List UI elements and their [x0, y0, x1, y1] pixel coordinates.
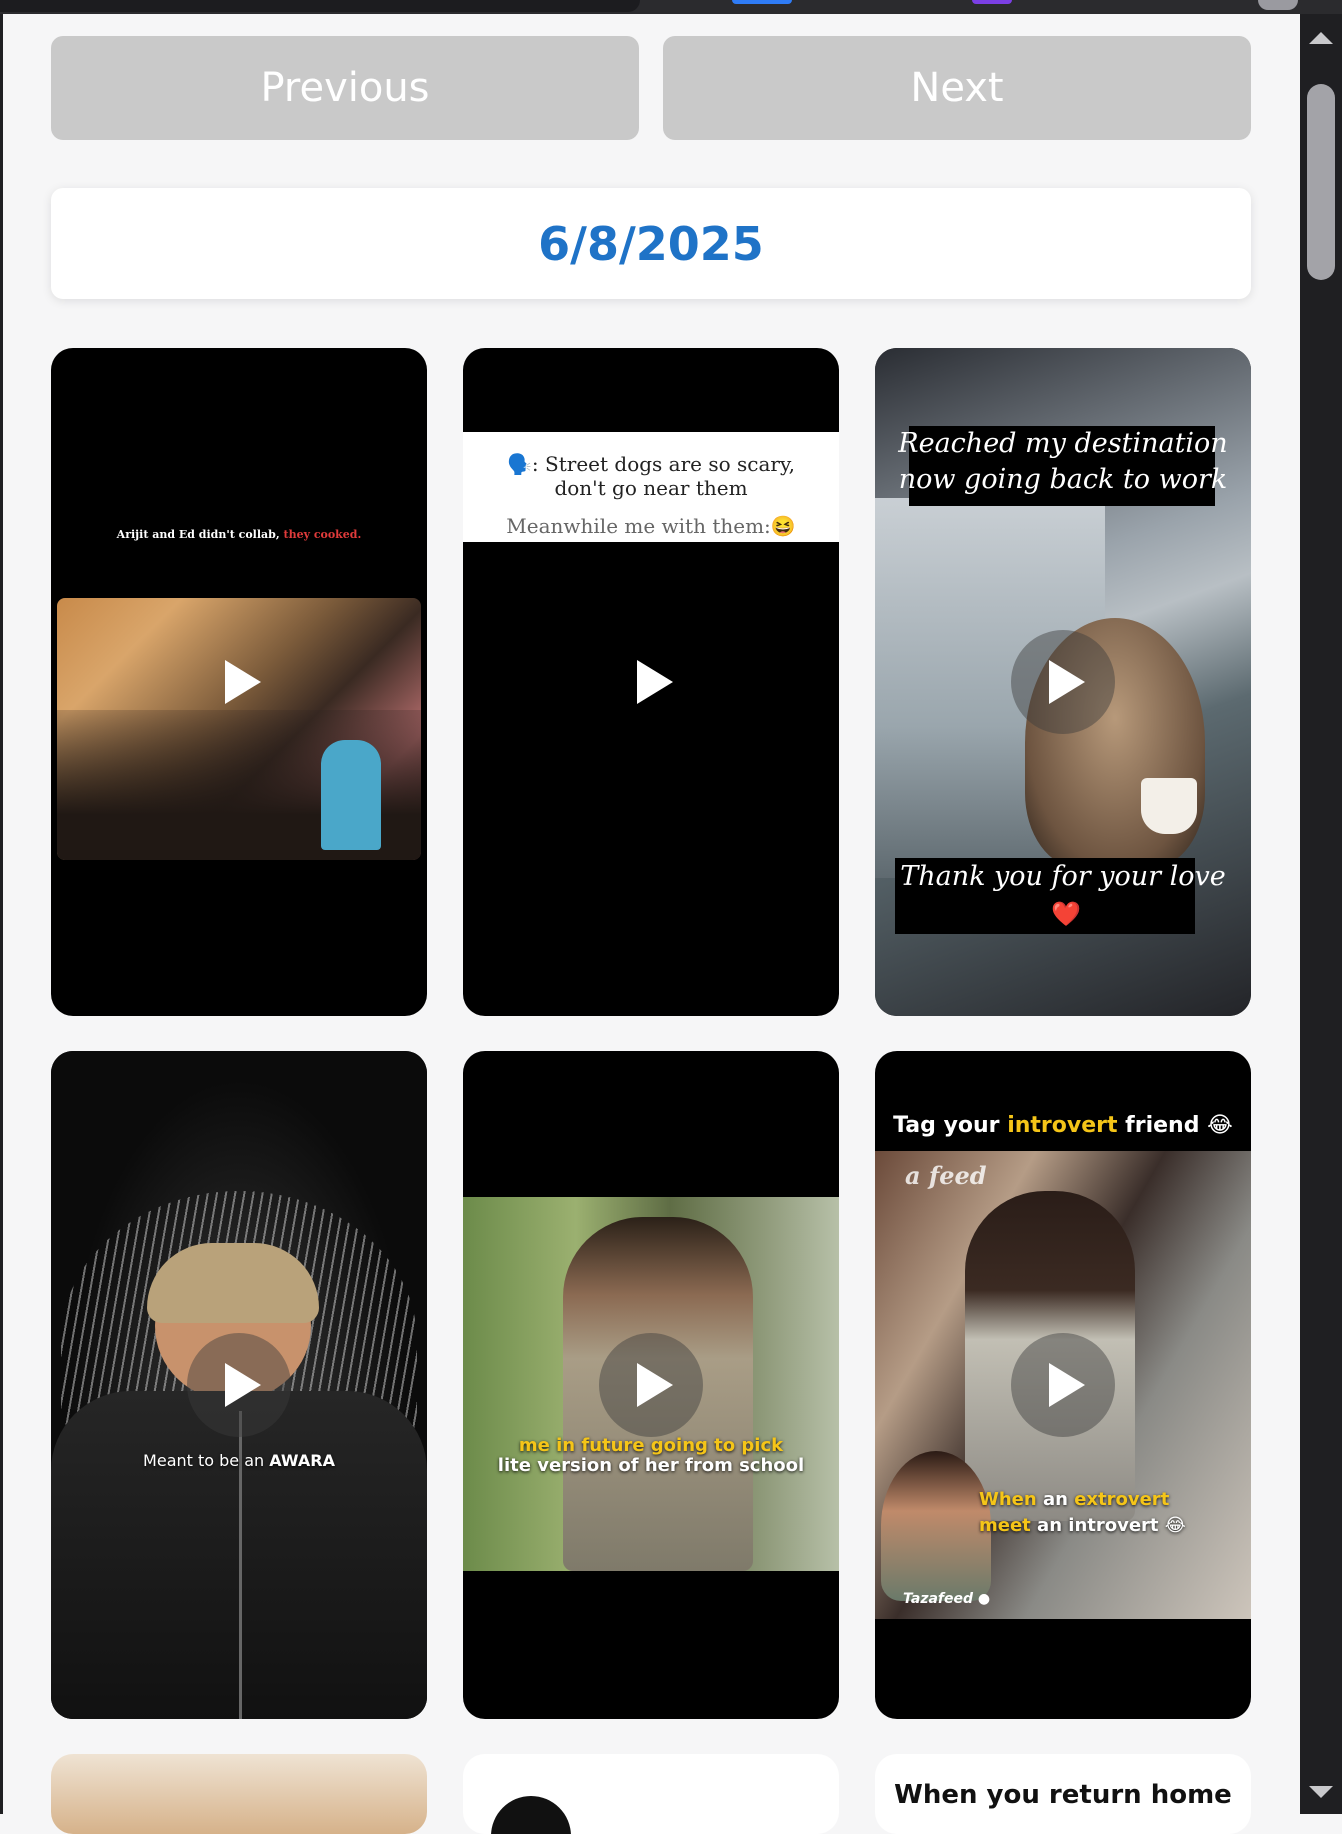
video-caption-secondary: Meanwhile me with them:😆	[506, 514, 796, 538]
video-thumbnail-1[interactable]: Arijit and Ed didn't collab, they cooked…	[51, 348, 427, 1016]
video-caption-secondary: lite version of her from school	[497, 1455, 805, 1476]
date-card: 6/8/2025	[51, 188, 1251, 299]
avatar-shape	[491, 1796, 571, 1834]
window-left-edge	[0, 14, 3, 1814]
video-thumbnail-3[interactable]: Reached my destination now going back to…	[875, 348, 1251, 1016]
caption-text-2: an introvert 😂	[1030, 1515, 1186, 1536]
play-icon[interactable]	[637, 1363, 673, 1407]
video-thumbnail-8[interactable]	[463, 1754, 839, 1834]
date-label: 6/8/2025	[538, 216, 764, 271]
inset-person-shape	[881, 1451, 991, 1601]
browser-top-strip	[0, 0, 1342, 14]
tab-strip-shape	[0, 0, 640, 12]
caption-highlight: When	[979, 1489, 1037, 1510]
title-highlight: introvert	[1007, 1113, 1118, 1138]
brand-label: Tazafeed ●	[903, 1591, 991, 1607]
next-button[interactable]: Next	[663, 36, 1251, 140]
title-text-end: friend 😂	[1117, 1113, 1233, 1138]
play-icon[interactable]	[1049, 660, 1085, 704]
caption-text: Arijit and Ed didn't collab,	[116, 528, 284, 541]
video-caption: When an extrovert meet an introvert 😂	[979, 1487, 1186, 1539]
caption-bold: AWARA	[269, 1451, 335, 1470]
video-thumbnail-9[interactable]: When you return home	[875, 1754, 1251, 1834]
scroll-down-arrow[interactable]	[1309, 1786, 1333, 1798]
scrollbar-thumb[interactable]	[1307, 84, 1335, 280]
video-title: When you return home	[894, 1780, 1232, 1810]
video-caption: Meant to be an AWARA	[51, 1451, 427, 1470]
video-frame	[57, 598, 421, 860]
video-thumbnail-6[interactable]: a feed Tag your introvert friend 😂 When …	[875, 1051, 1251, 1719]
play-icon[interactable]	[1049, 1363, 1085, 1407]
caption-text: an	[1036, 1489, 1075, 1510]
scroll-up-arrow[interactable]	[1309, 32, 1333, 44]
caption-text: Meant to be an	[143, 1451, 270, 1470]
caption-highlight-2: extrovert	[1074, 1489, 1170, 1510]
caption-highlight: they cooked.	[283, 528, 362, 541]
video-caption: 🗣️: Street dogs are so scary, don't go n…	[507, 452, 795, 500]
video-thumbnail-4[interactable]: Meant to be an AWARA	[51, 1051, 427, 1719]
caption-highlight-3: meet	[979, 1515, 1031, 1536]
person-shape	[321, 740, 381, 850]
play-icon[interactable]	[225, 1363, 261, 1407]
video-thumbnail-7[interactable]	[51, 1754, 427, 1834]
video-thumbnail-2[interactable]: 🗣️: Street dogs are so scary, don't go n…	[463, 348, 839, 1016]
tab-accent-blue	[732, 0, 792, 4]
previous-button[interactable]: Previous	[51, 36, 639, 140]
watermark-text: a feed	[905, 1161, 987, 1190]
tab-accent-grey	[1258, 0, 1298, 10]
video-caption: Reached my destination now going back to…	[898, 428, 1228, 495]
play-icon[interactable]	[225, 660, 261, 704]
cup-shape	[1141, 778, 1197, 834]
video-caption: me in future going to pick	[518, 1435, 784, 1456]
heart-icon: ❤️	[1051, 900, 1081, 928]
title-text: Tag your	[893, 1113, 1008, 1138]
video-caption-secondary: Thank you for your love	[900, 861, 1226, 892]
video-caption: Arijit and Ed didn't collab, they cooked…	[51, 528, 427, 541]
video-title: Tag your introvert friend 😂	[875, 1113, 1251, 1138]
vertical-scrollbar[interactable]	[1300, 14, 1342, 1814]
play-icon[interactable]	[637, 660, 673, 704]
tab-accent-purple	[972, 0, 1012, 4]
video-thumbnail-5[interactable]: me in future going to pick lite version …	[463, 1051, 839, 1719]
